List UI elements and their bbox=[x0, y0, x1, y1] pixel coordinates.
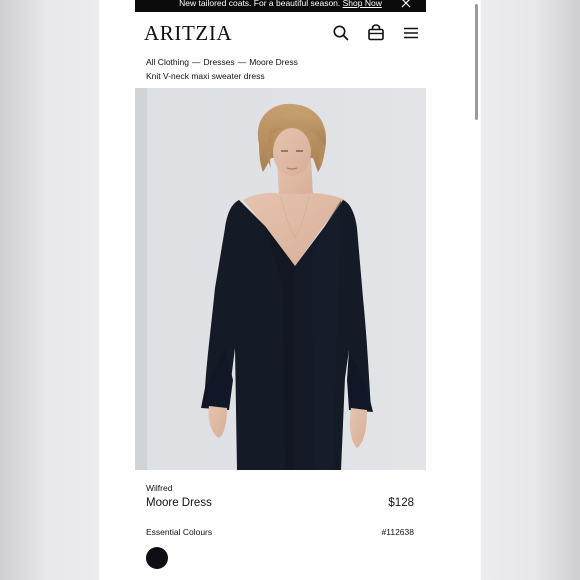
breadcrumb-dresses[interactable]: Dresses bbox=[204, 57, 235, 67]
colour-swatch-black[interactable] bbox=[146, 547, 168, 569]
breadcrumb-all-clothing[interactable]: All Clothing bbox=[146, 57, 189, 67]
breadcrumb-separator: — bbox=[192, 57, 201, 67]
scrollbar[interactable] bbox=[475, 4, 478, 120]
product-image[interactable] bbox=[135, 88, 426, 470]
product-subtitle: Knit V-neck maxi sweater dress bbox=[146, 71, 265, 81]
menu-icon[interactable] bbox=[402, 24, 420, 42]
colour-section-label: Essential Colours bbox=[146, 527, 213, 537]
search-icon[interactable] bbox=[332, 24, 350, 42]
shop-now-link[interactable]: Shop Now bbox=[343, 0, 382, 8]
close-icon[interactable] bbox=[400, 0, 412, 9]
brand-logo[interactable]: ARITZIA bbox=[144, 21, 232, 46]
product-page: New tailored coats. For a beautiful seas… bbox=[100, 0, 480, 580]
site-header: ARITZIA bbox=[144, 20, 420, 46]
shopping-bag-icon[interactable] bbox=[367, 24, 385, 42]
breadcrumb: All Clothing — Dresses — Moore Dress bbox=[146, 57, 298, 67]
breadcrumb-moore-dress[interactable]: Moore Dress bbox=[249, 57, 298, 67]
product-name: Moore Dress bbox=[146, 497, 212, 509]
product-sku: #112638 bbox=[381, 527, 414, 537]
promo-banner: New tailored coats. For a beautiful seas… bbox=[135, 0, 426, 12]
breadcrumb-separator: — bbox=[237, 57, 247, 67]
promo-banner-text: New tailored coats. For a beautiful seas… bbox=[179, 0, 341, 8]
product-brand[interactable]: Wilfred bbox=[146, 483, 172, 493]
product-price: $128 bbox=[388, 497, 414, 509]
product-photo-illustration bbox=[135, 88, 373, 470]
